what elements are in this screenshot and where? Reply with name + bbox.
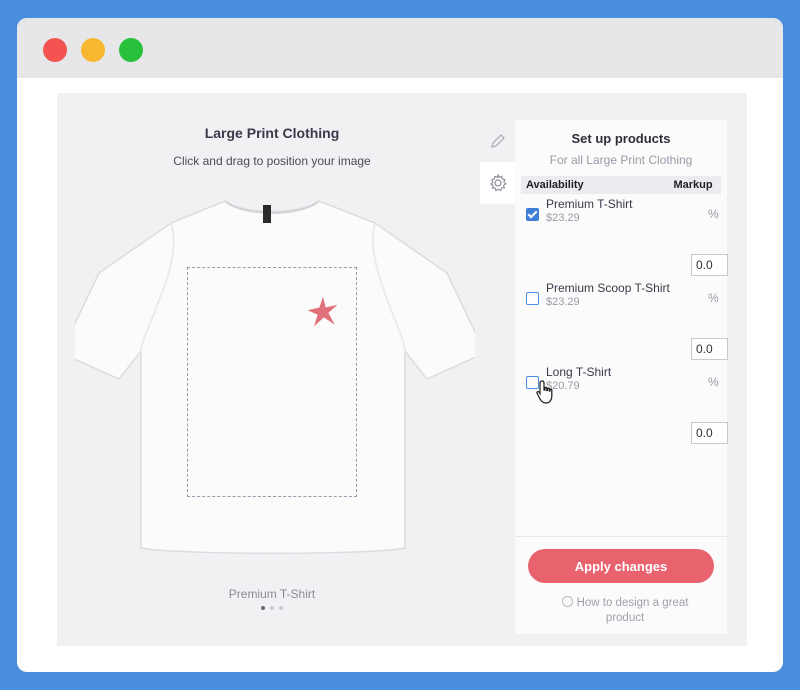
browser-window: Large Print Clothing Click and drag to p… (17, 18, 783, 672)
markup-input[interactable] (691, 422, 728, 444)
markup-input[interactable] (691, 338, 728, 360)
setup-products-panel: Set up products For all Large Print Clot… (515, 120, 728, 634)
design-help-link[interactable]: How to design a great product (545, 596, 705, 626)
panel-title: Set up products (571, 131, 671, 146)
side-tabs (480, 120, 516, 206)
product-row: Premium Scoop T-Shirt $23.29 % (521, 281, 728, 360)
help-link-text: How to design a great product (576, 597, 689, 624)
product-row: Premium T-Shirt $23.29 % (521, 197, 728, 276)
print-area[interactable] (187, 267, 357, 497)
carousel-dot[interactable] (279, 606, 283, 610)
apply-changes-button[interactable]: Apply changes (528, 549, 714, 583)
percent-unit: % (708, 375, 719, 389)
product-designer: Large Print Clothing Click and drag to p… (57, 93, 747, 646)
close-window-button[interactable] (43, 38, 67, 62)
markup-column-header: Markup (665, 176, 721, 194)
starfish-graphic[interactable] (305, 294, 341, 330)
product-row: Long T-Shirt $20.79 % (521, 365, 728, 444)
availability-checkbox[interactable] (526, 292, 539, 305)
carousel-dot[interactable] (270, 606, 274, 610)
help-icon (561, 596, 573, 607)
percent-unit: % (708, 207, 719, 221)
minimize-window-button[interactable] (81, 38, 105, 62)
pencil-icon (491, 134, 505, 148)
panel-subtitle: For all Large Print Clothing (549, 153, 693, 167)
availability-column-header: Availability (521, 176, 665, 194)
designer-title: Large Print Clothing (204, 125, 340, 141)
markup-input[interactable] (691, 254, 728, 276)
panel-divider (515, 536, 727, 537)
availability-checkbox[interactable] (526, 376, 539, 389)
percent-unit: % (708, 291, 719, 305)
product-name: Premium T-Shirt (228, 587, 316, 601)
window-titlebar (17, 18, 783, 78)
product-row-price: $23.29 (546, 212, 580, 224)
product-row-name: Premium Scoop T-Shirt (546, 281, 670, 295)
product-row-price: $20.79 (546, 380, 580, 392)
maximize-window-button[interactable] (119, 38, 143, 62)
product-row-name: Long T-Shirt (546, 365, 612, 379)
tab-edit[interactable] (480, 120, 516, 162)
availability-checkbox[interactable] (526, 208, 539, 221)
product-row-price: $23.29 (546, 296, 580, 308)
gear-icon (490, 173, 507, 192)
carousel-dots[interactable] (257, 606, 287, 612)
designer-instructions: Click and drag to position your image (173, 154, 371, 168)
carousel-dot[interactable] (261, 606, 265, 610)
product-row-name: Premium T-Shirt (546, 197, 633, 211)
tshirt-label (263, 205, 271, 223)
tab-settings[interactable] (480, 162, 516, 204)
